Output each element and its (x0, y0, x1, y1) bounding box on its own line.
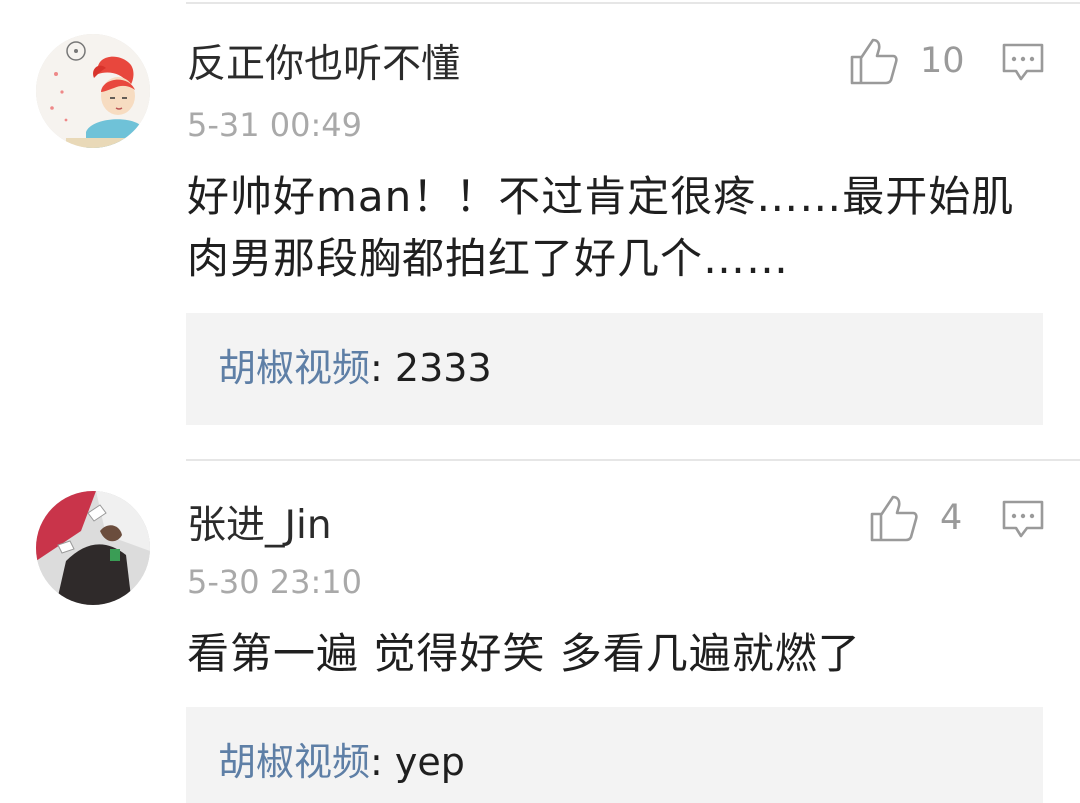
photo-avatar-icon (36, 491, 150, 605)
avatar[interactable] (36, 34, 150, 148)
reply-text: 2333 (394, 346, 492, 390)
username[interactable]: 反正你也听不懂 (187, 45, 460, 84)
timestamp: 5-30 23:10 (187, 563, 363, 601)
reply-text: yep (394, 740, 465, 784)
comment-bubble-icon[interactable] (1001, 499, 1045, 541)
reply-box[interactable]: 胡椒视频: yep (186, 707, 1043, 803)
avatar[interactable] (36, 491, 150, 605)
comment-item: 反正你也听不懂 5-31 00:49 10 好帅好man！！不过肯定很疼……最开… (0, 0, 1080, 460)
comment-text: 好帅好man！！不过肯定很疼……最开始肌肉男那段胸都拍红了好几个…… (187, 172, 1015, 283)
comment-bubble-icon[interactable] (1001, 42, 1045, 84)
thumbs-up-icon[interactable] (849, 36, 899, 86)
reply-line: 胡椒视频: 2333 (218, 349, 492, 387)
like-count: 4 (940, 498, 963, 538)
comment-text: 看第一遍 觉得好笑 多看几遍就燃了 (187, 629, 861, 678)
reply-line: 胡椒视频: yep (218, 743, 465, 781)
reply-separator: : (370, 346, 383, 390)
timestamp: 5-31 00:49 (187, 106, 363, 144)
like-count: 10 (920, 41, 965, 81)
username[interactable]: 张进_Jin (187, 506, 332, 545)
reply-box[interactable]: 胡椒视频: 2333 (186, 313, 1043, 425)
thumbs-up-icon[interactable] (869, 493, 919, 543)
reply-separator: : (370, 740, 383, 784)
cartoon-girl-avatar-icon (36, 34, 150, 148)
reply-author[interactable]: 胡椒视频 (218, 346, 370, 390)
reply-author[interactable]: 胡椒视频 (218, 740, 370, 784)
comment-item: 张进_Jin 5-30 23:10 4 看第一遍 觉得好笑 多看几遍就燃了 胡椒… (0, 461, 1080, 803)
